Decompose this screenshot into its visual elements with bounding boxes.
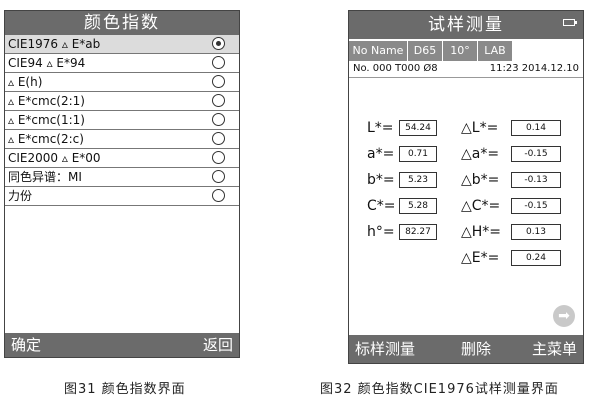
dc-value: -0.15 xyxy=(511,198,561,214)
dh-label: △H*= xyxy=(461,224,502,240)
list-item[interactable]: 力份 xyxy=(5,187,239,206)
sample-measurement-screen: 试样测量 No Name D65 10° LAB No. 000 T000 Ø8… xyxy=(348,10,584,364)
list-item[interactable]: ▵ E*cmc(1:1) xyxy=(5,111,239,130)
l-label: L*= xyxy=(367,120,394,136)
radio-button[interactable] xyxy=(212,151,225,164)
sample-info: No. 000 T000 Ø8 xyxy=(353,63,438,74)
radio-button[interactable] xyxy=(212,113,225,126)
radio-button[interactable] xyxy=(212,94,225,107)
measurement-panel: L*= 54.24 △L*= 0.14 a*= 0.71 △a*= -0.15 … xyxy=(349,119,585,275)
list-item-label: ▵ E*cmc(2:c) xyxy=(8,132,84,146)
dc-label: △C*= xyxy=(461,198,501,214)
de-value: 0.24 xyxy=(511,250,561,266)
list-item[interactable]: CIE94 ▵ E*94 xyxy=(5,54,239,73)
left-caption: 图31 颜色指数界面 xyxy=(64,382,186,397)
h-value: 82.27 xyxy=(399,224,437,240)
bottom-bar: 标样测量 删除 主菜单 xyxy=(349,335,583,363)
dh-value: 0.13 xyxy=(511,224,561,240)
a-label: a*= xyxy=(367,146,395,162)
radio-button[interactable] xyxy=(212,189,225,202)
list-item[interactable]: 同色异谱：MI xyxy=(5,168,239,187)
list-item-label: ▵ E*cmc(1:1) xyxy=(8,113,85,127)
list-item-label: CIE1976 ▵ E*ab xyxy=(8,37,101,51)
l-value: 54.24 xyxy=(399,120,437,136)
list-item[interactable]: ▵ E*cmc(2:1) xyxy=(5,92,239,111)
list-item-label: CIE94 ▵ E*94 xyxy=(8,56,86,70)
tab-illuminant[interactable]: D65 xyxy=(408,41,442,61)
tab-sample-name[interactable]: No Name xyxy=(349,41,407,61)
screen-title-text: 试样测量 xyxy=(428,15,504,35)
date-time: 11:23 2014.12.10 xyxy=(489,63,579,74)
da-value: -0.15 xyxy=(511,146,561,162)
tab-observer[interactable]: 10° xyxy=(443,41,477,61)
list-item[interactable]: ▵ E(h) xyxy=(5,73,239,92)
delete-button[interactable]: 删除 xyxy=(461,335,491,363)
h-label: h°= xyxy=(367,224,395,240)
radio-button[interactable] xyxy=(212,132,225,145)
da-label: △a*= xyxy=(461,146,500,162)
battery-icon xyxy=(563,19,577,26)
list-item-label: 同色异谱：MI xyxy=(8,170,82,184)
radio-button[interactable] xyxy=(212,37,225,50)
tab-color-space[interactable]: LAB xyxy=(478,41,512,61)
right-caption: 图32 颜色指数CIE1976试样测量界面 xyxy=(320,382,559,397)
b-label: b*= xyxy=(367,172,395,188)
screen-title: 颜色指数 xyxy=(5,11,239,35)
list-item[interactable]: CIE1976 ▵ E*ab xyxy=(5,35,239,54)
arrow-right-icon[interactable]: ➡ xyxy=(553,305,575,327)
color-index-screen: 颜色指数 CIE1976 ▵ E*ab CIE94 ▵ E*94 ▵ E(h) … xyxy=(4,10,240,358)
radio-button[interactable] xyxy=(212,75,225,88)
c-value: 5.28 xyxy=(399,198,437,214)
radio-button[interactable] xyxy=(212,56,225,69)
back-button[interactable]: 返回 xyxy=(203,333,233,357)
b-value: 5.23 xyxy=(399,172,437,188)
bottom-bar: 确定 返回 xyxy=(5,333,239,357)
db-value: -0.13 xyxy=(511,172,561,188)
list-item[interactable]: ▵ E*cmc(2:c) xyxy=(5,130,239,149)
color-index-list: CIE1976 ▵ E*ab CIE94 ▵ E*94 ▵ E(h) ▵ E*c… xyxy=(5,35,239,206)
list-item-label: 力份 xyxy=(8,189,33,203)
de-label: △E*= xyxy=(461,250,500,266)
c-label: C*= xyxy=(367,198,396,214)
main-menu-button[interactable]: 主菜单 xyxy=(532,335,577,363)
radio-button[interactable] xyxy=(212,170,225,183)
db-label: △b*= xyxy=(461,172,500,188)
dl-label: △L*= xyxy=(461,120,499,136)
settings-tabs: No Name D65 10° LAB xyxy=(349,39,583,61)
list-item[interactable]: CIE2000 ▵ E*00 xyxy=(5,149,239,168)
list-item-label: CIE2000 ▵ E*00 xyxy=(8,151,101,165)
status-line: No. 000 T000 Ø8 11:23 2014.12.10 xyxy=(349,61,583,78)
screen-title: 试样测量 xyxy=(349,11,583,39)
dl-value: 0.14 xyxy=(511,120,561,136)
standard-measure-button[interactable]: 标样测量 xyxy=(355,335,415,363)
list-item-label: ▵ E(h) xyxy=(8,75,43,89)
a-value: 0.71 xyxy=(399,146,437,162)
confirm-button[interactable]: 确定 xyxy=(11,333,41,357)
list-item-label: ▵ E*cmc(2:1) xyxy=(8,94,85,108)
